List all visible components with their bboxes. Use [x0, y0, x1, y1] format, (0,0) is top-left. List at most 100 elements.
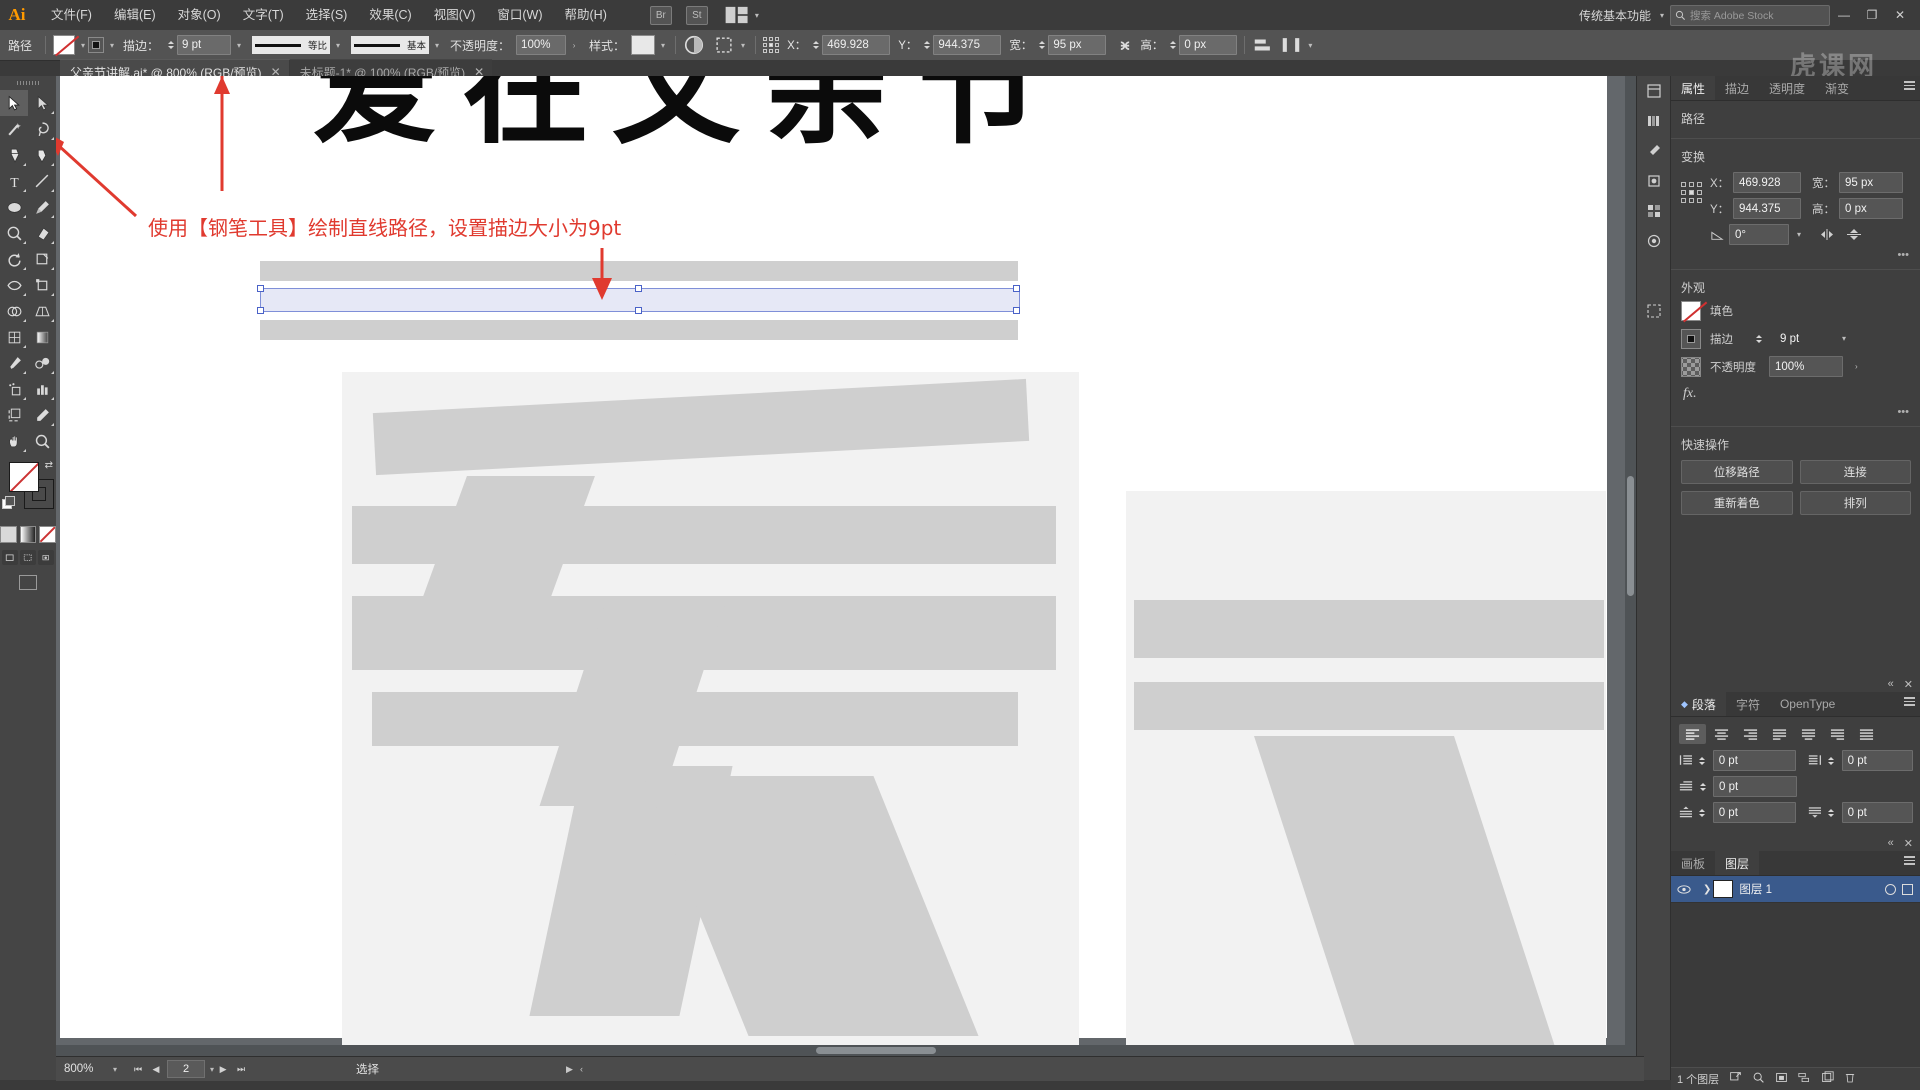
rail-appearance-icon[interactable]: [1637, 226, 1671, 256]
minimize-button[interactable]: —: [1830, 0, 1858, 30]
menu-view[interactable]: 视图(V): [423, 0, 487, 30]
free-transform-tool[interactable]: [28, 272, 56, 298]
lasso-tool[interactable]: [28, 116, 56, 142]
opacity-flyout-icon[interactable]: ›: [566, 36, 579, 54]
panel-menu-icon[interactable]: [1904, 856, 1915, 865]
color-mode-flat-icon[interactable]: [0, 526, 17, 543]
collapse-icon[interactable]: «: [1888, 837, 1894, 850]
panel-menu-icon[interactable]: [1904, 697, 1915, 706]
canvas-horizontal-scrollbar[interactable]: [56, 1045, 1625, 1056]
align-icon[interactable]: [1252, 35, 1274, 55]
width-field[interactable]: 95 px: [1839, 172, 1903, 193]
indent-left-field[interactable]: 0 pt: [1712, 750, 1796, 771]
y-field[interactable]: 944.375: [1733, 198, 1801, 219]
eye-icon[interactable]: [1675, 884, 1693, 895]
layer-row[interactable]: ❯ 图层 1: [1671, 876, 1920, 903]
tab-paragraph[interactable]: ◆ 段落: [1671, 692, 1726, 716]
hand-tool[interactable]: [0, 428, 28, 454]
width-stepper[interactable]: [1036, 36, 1047, 54]
reference-point-selector[interactable]: [1681, 182, 1702, 203]
rail-properties-icon[interactable]: [1637, 76, 1671, 106]
create-sublayer-icon[interactable]: [1798, 1071, 1811, 1087]
arrange-documents-icon[interactable]: [724, 4, 750, 26]
status-flyout-icon[interactable]: ▶: [566, 1064, 573, 1075]
menu-window[interactable]: 窗口(W): [486, 0, 553, 30]
fx-button[interactable]: fx.: [1681, 384, 1911, 404]
mesh-tool[interactable]: [0, 324, 28, 350]
transform-more-options-icon[interactable]: •••: [1671, 245, 1920, 263]
x-field[interactable]: 469.928: [1733, 172, 1801, 193]
workspace-name[interactable]: 传统基本功能: [1573, 7, 1657, 24]
justify-last-right-button[interactable]: [1824, 724, 1851, 744]
menu-effect[interactable]: 效果(C): [358, 0, 422, 30]
scale-tool[interactable]: [28, 246, 56, 272]
fill-dropdown-icon[interactable]: ▾: [75, 36, 88, 54]
space-before-stepper[interactable]: [1697, 804, 1708, 822]
first-line-indent-field[interactable]: 0 pt: [1713, 776, 1797, 797]
opacity-field[interactable]: 100%: [1769, 356, 1843, 377]
space-before-field[interactable]: 0 pt: [1712, 802, 1796, 823]
shaper-tool[interactable]: [0, 220, 28, 246]
distribute-icon[interactable]: [1280, 35, 1302, 55]
paintbrush-tool[interactable]: [28, 194, 56, 220]
brush-definition-dropdown-icon[interactable]: ▾: [429, 36, 442, 54]
menu-file[interactable]: 文件(F): [40, 0, 103, 30]
rail-swatches-icon[interactable]: [1637, 196, 1671, 226]
align-center-button[interactable]: [1708, 724, 1735, 744]
tab-artboards[interactable]: 画板: [1671, 851, 1715, 875]
close-button[interactable]: ✕: [1886, 0, 1914, 30]
symbol-sprayer-tool[interactable]: [0, 376, 28, 402]
stock-search-field[interactable]: 搜索 Adobe Stock: [1670, 4, 1830, 26]
color-mode-none-icon[interactable]: [39, 526, 57, 543]
selection-tool[interactable]: [0, 90, 28, 116]
document-canvas[interactable]: 爱在父亲节 使用【钢笔工具】绘制直线路径，设置描边大小为9pt: [56, 76, 1636, 1056]
line-segment-tool[interactable]: [28, 168, 56, 194]
indent-right-stepper[interactable]: [1826, 752, 1837, 770]
graphic-style-swatch[interactable]: [631, 35, 656, 55]
close-icon[interactable]: ✕: [1904, 837, 1913, 850]
first-line-indent-stepper[interactable]: [1697, 778, 1708, 796]
canvas-vertical-scrollbar[interactable]: [1625, 76, 1636, 1056]
default-fill-stroke-icon[interactable]: [2, 496, 15, 509]
menu-edit[interactable]: 编辑(E): [103, 0, 167, 30]
fill-color-box[interactable]: [9, 462, 39, 492]
screen-mode-toggle[interactable]: [0, 575, 56, 590]
status-resize-icon[interactable]: ‹: [580, 1064, 583, 1074]
zoom-tool[interactable]: [28, 428, 56, 454]
next-artboard-icon[interactable]: ▶: [214, 1064, 232, 1075]
stroke-swatch[interactable]: [88, 37, 105, 53]
tab-gradient[interactable]: 渐变: [1815, 76, 1859, 100]
eraser-tool[interactable]: [28, 220, 56, 246]
align-right-button[interactable]: [1737, 724, 1764, 744]
recolor-button[interactable]: 重新着色: [1681, 491, 1793, 515]
tab-transparency[interactable]: 透明度: [1759, 76, 1815, 100]
arrange-caret-icon[interactable]: ▾: [755, 11, 759, 20]
perspective-grid-tool[interactable]: [28, 298, 56, 324]
menu-help[interactable]: 帮助(H): [554, 0, 618, 30]
locate-object-icon[interactable]: [1729, 1071, 1742, 1087]
make-clipping-mask-icon[interactable]: [1775, 1071, 1788, 1087]
height-stepper[interactable]: [1167, 36, 1178, 54]
tab-layers[interactable]: 图层: [1715, 851, 1760, 875]
layer-name[interactable]: 图层 1: [1739, 881, 1772, 897]
rail-brushes-icon[interactable]: [1637, 136, 1671, 166]
zoom-level[interactable]: 800%: [64, 1063, 110, 1075]
rail-artboards-icon[interactable]: [1637, 296, 1671, 326]
x-stepper[interactable]: [810, 36, 821, 54]
height-field[interactable]: 0 px: [1179, 35, 1238, 55]
appearance-more-options-icon[interactable]: •••: [1681, 404, 1911, 420]
column-graph-tool[interactable]: [28, 376, 56, 402]
join-button[interactable]: 连接: [1799, 460, 1911, 484]
stroke-dropdown-icon[interactable]: ▾: [104, 36, 117, 54]
toolbar-grip[interactable]: [0, 76, 56, 90]
collapse-icon[interactable]: «: [1888, 678, 1894, 691]
stroke-weight-dropdown-icon[interactable]: ▾: [1842, 334, 1846, 343]
offset-path-button[interactable]: 位移路径: [1681, 460, 1793, 484]
fill-swatch[interactable]: [53, 35, 76, 55]
y-field[interactable]: 944.375: [933, 35, 1002, 55]
space-after-field[interactable]: 0 pt: [1841, 802, 1913, 823]
stroke-weight-stepper[interactable]: [165, 36, 176, 54]
opacity-flyout-icon[interactable]: ›: [1855, 362, 1858, 371]
tab-properties[interactable]: 属性: [1671, 76, 1716, 100]
justify-last-center-button[interactable]: [1795, 724, 1822, 744]
